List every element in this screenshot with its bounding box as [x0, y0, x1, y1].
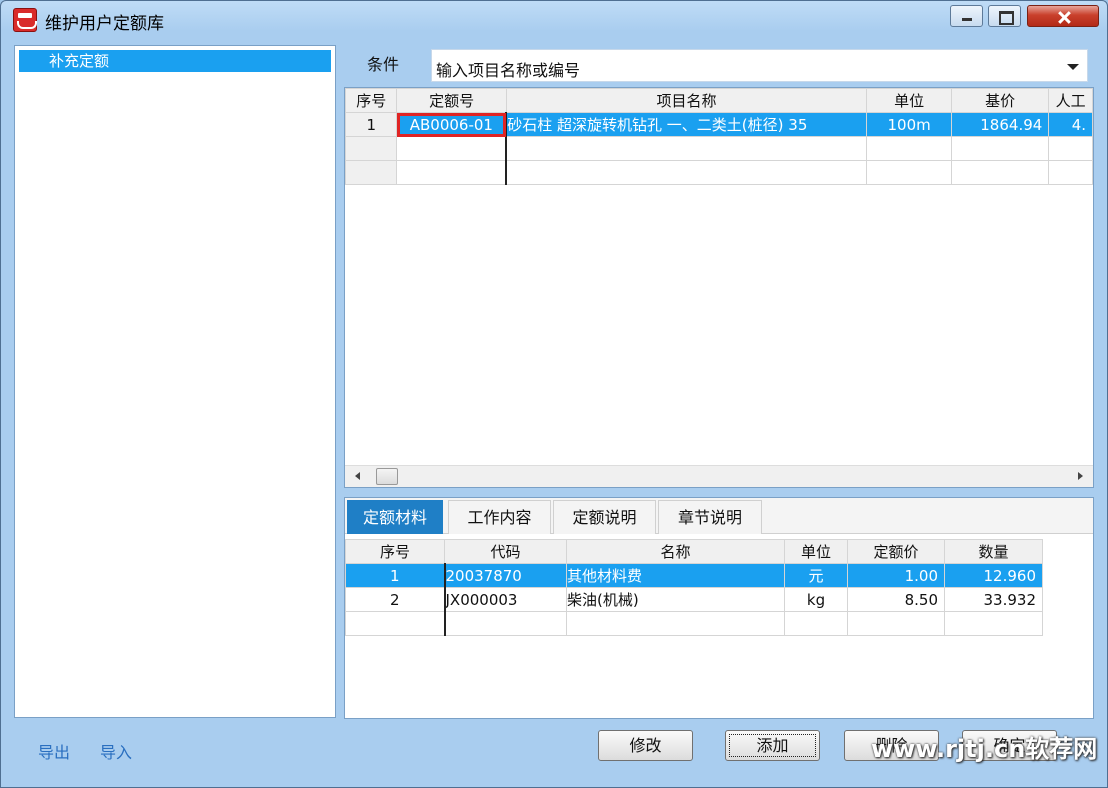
empty-cell[interactable]: [951, 160, 1050, 185]
material-code-cell[interactable]: JX000003: [444, 587, 567, 612]
empty-cell[interactable]: [566, 611, 785, 636]
material-name-cell[interactable]: 其他材料费: [566, 563, 785, 588]
maximize-icon[interactable]: [988, 5, 1021, 27]
material-price-cell[interactable]: 8.50: [847, 587, 945, 612]
tree-node-supplement[interactable]: 补充定额: [19, 50, 331, 72]
empty-cell[interactable]: [444, 611, 567, 636]
col-header-name[interactable]: 项目名称: [505, 88, 868, 113]
quota-labor-cell[interactable]: 4.: [1048, 112, 1093, 137]
window-title: 维护用户定额库: [45, 14, 164, 34]
row-index: 1: [345, 112, 398, 137]
quota-header-row: 序号 定额号 项目名称 单位 基价 人工: [345, 88, 1093, 113]
close-icon[interactable]: [1027, 5, 1099, 27]
quota-unit-cell[interactable]: 100m: [866, 112, 953, 137]
material-index-cell[interactable]: 1: [345, 563, 446, 588]
empty-cell[interactable]: [866, 160, 953, 185]
detail-tabs: 定额材料 工作内容 定额说明 章节说明: [345, 498, 1093, 534]
table-row[interactable]: 1 AB0006-01 砂石柱 超深旋转机钻孔 一、二类土(桩径) 35 100…: [345, 112, 1093, 137]
quota-price-cell[interactable]: 1864.94: [951, 112, 1050, 137]
material-price-cell[interactable]: 1.00: [847, 563, 945, 588]
quota-table: 序号 定额号 项目名称 单位 基价 人工 1 AB0006-01 砂石柱 超深旋…: [345, 88, 1093, 185]
material-unit-cell[interactable]: kg: [784, 587, 848, 612]
watermark-text: www.rjtj.cn软荐网: [871, 735, 1098, 763]
detail-panel: 定额材料 工作内容 定额说明 章节说明 序号 代码 名称 单位 定额价 数量 1…: [344, 497, 1094, 719]
empty-cell[interactable]: [866, 136, 953, 161]
table-row[interactable]: 2 JX000003 柴油(机械) kg 8.50 33.932: [345, 587, 1043, 612]
horizontal-scrollbar[interactable]: [345, 465, 1093, 487]
empty-cell[interactable]: [944, 611, 1043, 636]
col-header-code[interactable]: 定额号: [396, 88, 507, 113]
material-header-row: 序号 代码 名称 单位 定额价 数量: [345, 539, 1043, 564]
minimize-icon[interactable]: [950, 5, 983, 27]
row-index: [345, 136, 398, 161]
title-bar: 维护用户定额库: [1, 1, 1107, 37]
empty-cell[interactable]: [505, 160, 868, 185]
material-index-cell[interactable]: 2: [345, 587, 446, 612]
empty-cell[interactable]: [951, 136, 1050, 161]
empty-cell[interactable]: [1048, 160, 1093, 185]
empty-cell[interactable]: [396, 136, 508, 161]
col-header-unit[interactable]: 单位: [784, 539, 848, 564]
col-header-base-price[interactable]: 基价: [951, 88, 1050, 113]
table-row[interactable]: [345, 160, 1093, 185]
filter-combobox[interactable]: 输入项目名称或编号: [431, 49, 1088, 82]
material-qty-cell[interactable]: 12.960: [944, 563, 1043, 588]
col-header-name[interactable]: 名称: [566, 539, 785, 564]
filter-label: 条件: [367, 55, 400, 74]
material-code-cell[interactable]: 20037870: [444, 563, 567, 588]
tab-quota-notes[interactable]: 定额说明: [553, 500, 656, 534]
quota-tree[interactable]: 补充定额: [14, 45, 336, 718]
export-link[interactable]: 导出: [38, 739, 70, 763]
quota-grid[interactable]: 序号 定额号 项目名称 单位 基价 人工 1 AB0006-01 砂石柱 超深旋…: [344, 87, 1094, 488]
table-row[interactable]: [345, 611, 1043, 636]
row-index: [345, 160, 398, 185]
empty-cell[interactable]: [505, 136, 868, 161]
scroll-left-icon[interactable]: [355, 472, 360, 480]
material-unit-cell[interactable]: 元: [784, 563, 848, 588]
quota-name-cell[interactable]: 砂石柱 超深旋转机钻孔 一、二类土(桩径) 35: [505, 112, 868, 137]
dialog-window: 维护用户定额库 补充定额 条件 输入项目名称或编号 序号 定额号 项目名称 单位…: [0, 0, 1108, 788]
empty-cell[interactable]: [1048, 136, 1093, 161]
scroll-thumb[interactable]: [376, 468, 398, 485]
col-header-index[interactable]: 序号: [345, 539, 445, 564]
col-header-index[interactable]: 序号: [345, 88, 398, 113]
filter-value[interactable]: 输入项目名称或编号: [436, 57, 580, 81]
empty-cell[interactable]: [396, 160, 508, 185]
material-table: 序号 代码 名称 单位 定额价 数量 1 20037870 其他材料费 元 1.…: [345, 539, 1043, 636]
material-qty-cell[interactable]: 33.932: [944, 587, 1043, 612]
col-header-labor[interactable]: 人工: [1048, 88, 1093, 113]
col-header-unit[interactable]: 单位: [866, 88, 953, 113]
empty-cell[interactable]: [345, 611, 446, 636]
quota-code-cell[interactable]: AB0006-01: [396, 112, 508, 137]
empty-cell[interactable]: [784, 611, 848, 636]
tab-quota-materials[interactable]: 定额材料: [347, 500, 443, 534]
app-icon: [13, 8, 37, 32]
chevron-down-icon[interactable]: [1067, 64, 1079, 70]
col-header-code[interactable]: 代码: [444, 539, 567, 564]
table-row[interactable]: [345, 136, 1093, 161]
add-button[interactable]: 添加: [725, 730, 820, 761]
col-header-price[interactable]: 定额价: [847, 539, 945, 564]
tab-chapter-notes[interactable]: 章节说明: [658, 500, 762, 534]
table-row[interactable]: 1 20037870 其他材料费 元 1.00 12.960: [345, 563, 1043, 588]
tab-work-content[interactable]: 工作内容: [448, 500, 551, 534]
material-name-cell[interactable]: 柴油(机械): [566, 587, 785, 612]
col-header-qty[interactable]: 数量: [944, 539, 1043, 564]
import-link[interactable]: 导入: [100, 739, 132, 763]
modify-button[interactable]: 修改: [598, 730, 693, 761]
empty-cell[interactable]: [847, 611, 945, 636]
scroll-right-icon[interactable]: [1078, 472, 1083, 480]
